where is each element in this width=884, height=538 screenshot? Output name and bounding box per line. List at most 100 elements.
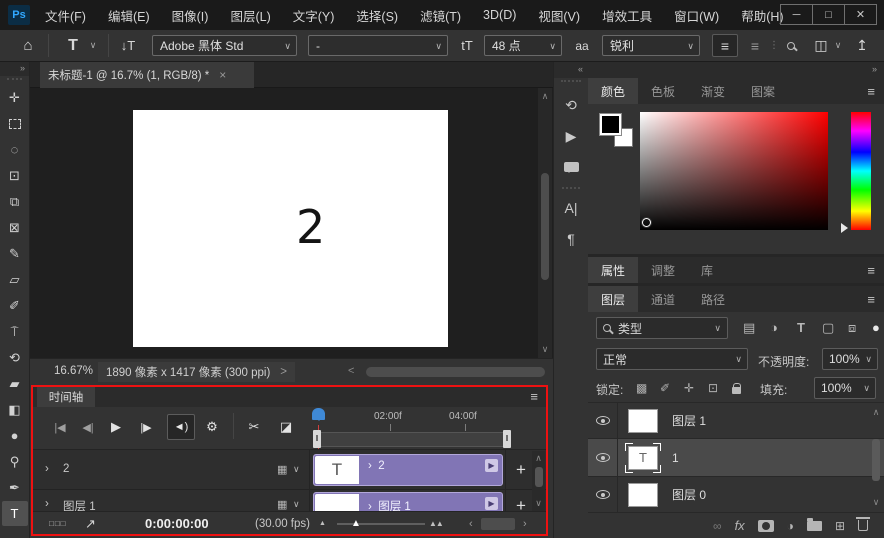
filter-toggle-icon[interactable]: ● (872, 320, 880, 335)
actions-panel-icon[interactable]: ▶ (559, 124, 583, 148)
visibility-cell[interactable] (588, 477, 618, 512)
layer-row-3[interactable]: 图层 0 (588, 477, 884, 513)
notes-panel-icon[interactable] (559, 155, 583, 179)
brush-tool[interactable]: ✐ (2, 293, 28, 318)
filter-pixel-layers-icon[interactable]: ▤ (743, 320, 755, 336)
convert-frames-icon[interactable]: □□□ (49, 512, 67, 535)
tool-preset-chevron-icon[interactable]: ∨ (86, 30, 100, 61)
layer-row-1[interactable]: 图层 1 (588, 403, 884, 439)
close-button[interactable]: ✕ (844, 4, 877, 25)
text-orientation-icon[interactable]: ↓T (114, 30, 142, 61)
history-panel-icon[interactable]: ⟲ (559, 93, 583, 117)
tab-channels[interactable]: 通道 (638, 286, 688, 312)
align-left-button[interactable]: ≡ (712, 34, 738, 57)
track-name[interactable]: 图层 1 (63, 498, 96, 511)
playhead[interactable] (312, 408, 325, 420)
zoom-out-icon[interactable]: ▲ (319, 512, 326, 535)
tab-color[interactable]: 颜色 (588, 78, 638, 104)
layer-name[interactable]: 图层 1 (672, 412, 706, 429)
tab-patterns[interactable]: 图案 (738, 78, 788, 104)
blend-mode-select[interactable]: 正常 ∨ (596, 348, 748, 370)
link-layers-icon[interactable]: ∞ (713, 519, 722, 533)
menu-window[interactable]: 窗口(W) (663, 6, 730, 25)
filter-type-layers-icon[interactable]: T (797, 320, 805, 335)
work-area-bar[interactable] (316, 432, 508, 447)
visibility-cell[interactable] (588, 403, 618, 438)
scroll-up-icon[interactable]: ∧ (870, 407, 882, 418)
hue-slider[interactable] (851, 112, 871, 230)
panel-menu-icon[interactable]: ≡ (867, 292, 875, 307)
eyedropper-tool[interactable]: ✎ (2, 241, 28, 266)
layer-row-selected[interactable]: T 1 (588, 439, 884, 477)
foreground-color-swatch[interactable] (599, 113, 622, 136)
film-icon[interactable]: ▦ (277, 463, 287, 476)
menu-type[interactable]: 文字(Y) (282, 6, 346, 25)
lock-all-icon[interactable] (732, 383, 741, 397)
layer-style-icon[interactable]: fx (735, 518, 745, 533)
blur-tool[interactable]: ● (2, 423, 28, 448)
layer-name[interactable]: 图层 0 (672, 486, 706, 503)
lock-paint-icon[interactable]: ✐ (660, 381, 670, 395)
history-brush-tool[interactable]: ⟲ (2, 345, 28, 370)
layer-name[interactable]: 1 (672, 451, 679, 465)
expand-panels-icon[interactable]: « (554, 62, 588, 78)
canvas-horizontal-scrollbar[interactable] (366, 367, 545, 377)
layers-scrollbar[interactable]: ∧ ∨ (870, 403, 882, 512)
menu-file[interactable]: 文件(F) (34, 6, 97, 25)
tab-close-icon[interactable]: × (219, 68, 226, 82)
crop-tool[interactable]: ⧉ (2, 189, 28, 214)
panel-menu-icon[interactable]: ≡ (530, 389, 538, 404)
search-icon[interactable] (780, 30, 802, 61)
pen-tool[interactable]: ✒ (2, 475, 28, 500)
canvas-vertical-scrollbar[interactable]: ∧ ∨ (538, 88, 552, 358)
play-button[interactable]: ▶ (105, 414, 127, 440)
tab-paths[interactable]: 路径 (688, 286, 738, 312)
healing-brush-tool[interactable]: ▱ (2, 267, 28, 292)
film-icon[interactable]: ▦ (277, 498, 287, 511)
document-info[interactable]: 1890 像素 x 1417 像素 (300 ppi) > (98, 362, 295, 382)
object-selection-tool[interactable]: ⊡ (2, 163, 28, 188)
workspace-chevron-icon[interactable]: ∨ (832, 30, 844, 61)
add-media-button[interactable]: + (509, 460, 533, 480)
scroll-right-icon[interactable]: › (523, 512, 527, 535)
delete-layer-icon[interactable] (858, 520, 868, 531)
document-tab[interactable]: 未标题-1 @ 16.7% (1, RGB/8) * × (40, 62, 254, 88)
tab-properties[interactable]: 属性 (588, 257, 638, 283)
color-field-selector[interactable] (642, 218, 651, 227)
menu-image[interactable]: 图像(I) (161, 6, 220, 25)
zoom-in-icon[interactable]: ▲▲ (429, 512, 443, 535)
gradient-tool[interactable]: ◧ (2, 397, 28, 422)
split-clip-icon[interactable]: ✂ (243, 414, 265, 440)
dodge-tool[interactable]: ⚲ (2, 449, 28, 474)
scroll-left-icon[interactable]: ‹ (469, 512, 473, 535)
work-area-start-handle[interactable]: ‖ (313, 430, 321, 448)
previous-frame-button[interactable]: ◀| (77, 414, 99, 440)
tab-adjustments[interactable]: 调整 (638, 257, 688, 283)
lasso-tool[interactable]: ◌ (2, 137, 28, 162)
track-collapse-icon[interactable]: › (45, 463, 49, 475)
tab-swatches[interactable]: 色板 (638, 78, 688, 104)
timeline-vertical-scrollbar[interactable]: ∧ ∨ (532, 451, 545, 511)
track-collapse-icon[interactable]: › (45, 498, 49, 510)
panel-menu-icon[interactable]: ≡ (867, 263, 875, 278)
paragraph-panel-icon[interactable]: ¶ (559, 227, 583, 251)
clip-filter-icon[interactable]: ▶ (485, 497, 498, 510)
eraser-tool[interactable]: ▰ (2, 371, 28, 396)
visibility-cell[interactable] (588, 439, 618, 476)
tools-expand-icon[interactable]: » (0, 62, 29, 76)
timeline-tab[interactable]: 时间轴 (37, 387, 95, 407)
new-group-icon[interactable] (807, 521, 822, 531)
scroll-down-icon[interactable]: ∨ (538, 344, 552, 355)
chevron-down-icon[interactable]: ∨ (293, 464, 300, 475)
zoom-level[interactable]: 16.67% (54, 365, 93, 377)
layer-filter-type-select[interactable]: 类型 ∨ (596, 317, 728, 339)
panel-menu-icon[interactable]: ≡ (867, 84, 875, 99)
hue-slider-thumb[interactable] (841, 223, 853, 233)
align-center-button[interactable]: ≡ (742, 30, 768, 61)
new-layer-icon[interactable]: ⊞ (835, 519, 845, 533)
menu-view[interactable]: 视图(V) (527, 6, 591, 25)
marquee-tool[interactable] (2, 111, 28, 136)
render-video-icon[interactable]: ↗ (85, 512, 96, 535)
mute-audio-button[interactable]: ◄) (167, 414, 195, 440)
character-panel-icon[interactable]: A| (559, 196, 583, 220)
